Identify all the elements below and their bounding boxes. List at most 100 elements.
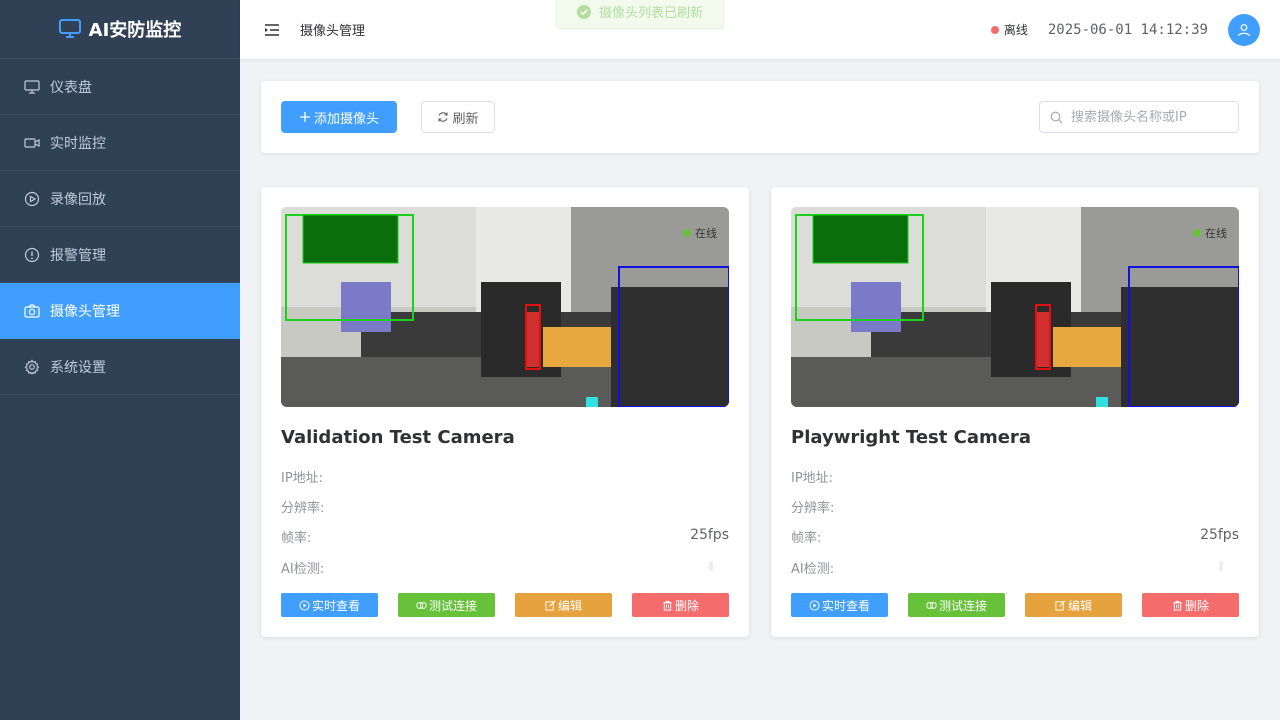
gear-icon xyxy=(24,359,40,375)
card-actions: 实时查看 测试连接 编辑 删除 xyxy=(281,593,729,617)
sidebar-item-label: 录像回放 xyxy=(50,191,106,208)
add-camera-label: 添加摄像头 xyxy=(313,111,379,127)
delete-label: 删除 xyxy=(674,598,699,613)
edit-label: 编辑 xyxy=(1067,598,1092,613)
monitor-icon xyxy=(58,19,81,38)
ai-detection-switch[interactable] xyxy=(1219,561,1223,571)
edit-icon xyxy=(1055,600,1066,611)
sidebar-item-settings[interactable]: 系统设置 xyxy=(0,339,240,395)
live-view-button[interactable]: 实时查看 xyxy=(791,593,888,617)
ai-detection-label: AI检测: xyxy=(791,562,835,577)
online-status-badge: 在线 xyxy=(1193,225,1227,241)
play-circle-icon xyxy=(809,599,820,611)
search-box[interactable] xyxy=(1039,101,1239,133)
sidebar-item-camera-management[interactable]: 摄像头管理 xyxy=(0,283,240,339)
live-view-label: 实时查看 xyxy=(311,598,360,613)
play-circle-icon xyxy=(299,599,310,611)
camera-icon xyxy=(24,303,40,318)
online-dot-icon xyxy=(683,229,691,237)
delete-button[interactable]: 删除 xyxy=(632,593,729,617)
check-circle-icon xyxy=(576,4,591,19)
camera-card: 在线 Playwright Test Camera IP地址: 分辨率: 帧率:… xyxy=(771,187,1259,637)
sidebar: AI安防监控 仪表盘 实时监控 录像回放 报警管理 摄像头管理 系统设置 xyxy=(0,0,240,720)
camera-name: Validation Test Camera xyxy=(281,427,515,448)
trash-icon xyxy=(1173,600,1182,611)
refresh-button[interactable]: 刷新 xyxy=(421,101,495,133)
test-connection-button[interactable]: 测试连接 xyxy=(908,593,1005,617)
app-title: AI安防监控 xyxy=(88,20,182,41)
ai-detection-row: AI检测: xyxy=(791,558,1239,577)
user-icon xyxy=(1237,23,1251,36)
sidebar-item-label: 摄像头管理 xyxy=(50,303,120,320)
ai-detection-row: AI检测: xyxy=(281,558,729,577)
sidebar-item-alarms[interactable]: 报警管理 xyxy=(0,227,240,283)
sidebar-item-playback[interactable]: 录像回放 xyxy=(0,171,240,227)
connection-status: 离线 xyxy=(990,21,1028,38)
video-camera-icon xyxy=(24,137,40,148)
sidebar-item-dashboard[interactable]: 仪表盘 xyxy=(0,59,240,115)
delete-label: 删除 xyxy=(1184,598,1209,613)
camera-name: Playwright Test Camera xyxy=(791,427,1031,448)
live-view-label: 实时查看 xyxy=(821,598,870,613)
monitor-icon xyxy=(24,79,40,94)
menu-toggle-icon[interactable] xyxy=(264,22,280,38)
add-camera-button[interactable]: 添加摄像头 xyxy=(281,101,397,133)
search-input[interactable] xyxy=(1071,109,1231,125)
breadcrumb: 摄像头管理 xyxy=(300,24,366,39)
ip-row: IP地址: xyxy=(791,467,1239,486)
refresh-label: 刷新 xyxy=(452,111,479,127)
edit-button[interactable]: 编辑 xyxy=(1025,593,1122,617)
play-circle-icon xyxy=(24,191,40,206)
link-icon xyxy=(416,601,427,609)
camera-card: 在线 Validation Test Camera IP地址: 分辨率: 帧率:… xyxy=(261,187,749,637)
live-view-button[interactable]: 实时查看 xyxy=(281,593,378,617)
toast-message: 摄像头列表已刷新 xyxy=(598,6,703,21)
fps-row: 帧率: 25fps xyxy=(791,527,1239,546)
ai-detection-label: AI检测: xyxy=(281,562,325,577)
test-connection-button[interactable]: 测试连接 xyxy=(398,593,495,617)
sidebar-item-label: 仪表盘 xyxy=(50,79,92,96)
online-status-badge: 在线 xyxy=(683,225,717,241)
user-avatar[interactable] xyxy=(1228,13,1260,46)
delete-button[interactable]: 删除 xyxy=(1142,593,1239,617)
online-status-label: 在线 xyxy=(695,227,717,240)
edit-icon xyxy=(545,600,556,611)
link-icon xyxy=(926,601,937,609)
success-toast: 摄像头列表已刷新 xyxy=(556,0,724,29)
camera-preview-image[interactable]: 在线 xyxy=(791,207,1239,407)
sidebar-item-label: 实时监控 xyxy=(50,135,106,152)
trash-icon xyxy=(663,600,672,611)
sidebar-item-label: 系统设置 xyxy=(50,359,106,376)
card-actions: 实时查看 测试连接 编辑 删除 xyxy=(791,593,1239,617)
sidebar-item-live-monitor[interactable]: 实时监控 xyxy=(0,115,240,171)
online-status-label: 在线 xyxy=(1205,227,1227,240)
edit-button[interactable]: 编辑 xyxy=(515,593,612,617)
fps-label: 帧率: xyxy=(281,531,312,546)
ip-row: IP地址: xyxy=(281,467,729,486)
warning-icon xyxy=(24,247,40,262)
app-logo: AI安防监控 xyxy=(0,0,240,59)
top-header: 摄像头管理 离线 2025-06-01 14:12:39 xyxy=(240,0,1280,59)
resolution-row: 分辨率: xyxy=(791,497,1239,516)
test-connection-label: 测试连接 xyxy=(938,598,987,613)
status-dot-icon xyxy=(990,25,999,34)
fps-label: 帧率: xyxy=(791,531,822,546)
sidebar-item-label: 报警管理 xyxy=(50,247,106,264)
status-label: 离线 xyxy=(1003,23,1028,37)
online-dot-icon xyxy=(1193,229,1201,237)
refresh-icon xyxy=(438,112,449,122)
resolution-label: 分辨率: xyxy=(791,501,835,516)
toolbar-panel: 添加摄像头 刷新 xyxy=(261,81,1259,153)
fps-value: 25fps xyxy=(690,527,729,543)
fps-row: 帧率: 25fps xyxy=(281,527,729,546)
resolution-label: 分辨率: xyxy=(281,501,325,516)
ip-label: IP地址: xyxy=(791,471,834,486)
current-datetime: 2025-06-01 14:12:39 xyxy=(1047,21,1208,38)
camera-preview-image[interactable]: 在线 xyxy=(281,207,729,407)
ip-label: IP地址: xyxy=(281,471,324,486)
search-icon xyxy=(1050,111,1063,123)
ai-detection-switch[interactable] xyxy=(709,561,713,571)
fps-value: 25fps xyxy=(1200,527,1239,543)
edit-label: 编辑 xyxy=(557,598,582,613)
test-connection-label: 测试连接 xyxy=(428,598,477,613)
